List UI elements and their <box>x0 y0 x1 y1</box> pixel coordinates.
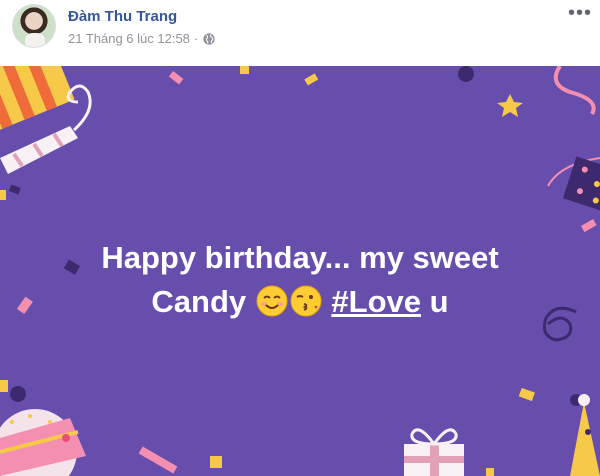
birthday-cake <box>0 409 86 476</box>
striped-gift-box <box>0 66 75 134</box>
polka-dot-box <box>562 156 600 214</box>
author-name[interactable]: Đàm Thu Trang <box>68 8 177 25</box>
post-message: Happy birthday... my sweet Candy #Love u <box>40 236 560 324</box>
message-word-u: u <box>429 284 449 319</box>
globe-icon[interactable] <box>202 32 216 46</box>
hashtag-love-link[interactable]: #Love <box>331 284 421 319</box>
face-blowing-kiss-icon <box>290 285 322 317</box>
message-word-candy: Candy <box>151 284 247 319</box>
more-options-button[interactable]: ••• <box>568 3 592 23</box>
message-line-2: Candy #Love u <box>40 280 560 324</box>
timestamp[interactable]: 21 Tháng 6 lúc 12:58 <box>68 31 190 46</box>
post-meta: 21 Tháng 6 lúc 12:58 · <box>68 31 216 46</box>
smiling-face-icon <box>256 285 288 317</box>
message-line-1: Happy birthday... my sweet <box>101 240 499 275</box>
post-header: Đàm Thu Trang 21 Tháng 6 lúc 12:58 · ••• <box>0 0 600 66</box>
post-background-card: Happy birthday... my sweet Candy #Love u <box>0 66 600 476</box>
avatar[interactable] <box>12 4 56 48</box>
separator: · <box>193 31 199 46</box>
gift-box <box>404 428 464 476</box>
